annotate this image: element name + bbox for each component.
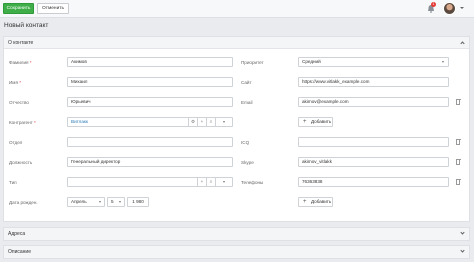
- surname-label: Фамилия *: [9, 60, 32, 65]
- birth-year-input[interactable]: 1 980: [127, 197, 149, 207]
- patronymic-label: Отчество: [9, 100, 29, 105]
- account-label: Контрагент *: [9, 120, 36, 125]
- cancel-button[interactable]: Отменить: [37, 3, 69, 14]
- description-section-header[interactable]: Описание: [4, 246, 469, 258]
- plus-icon: +: [303, 199, 307, 205]
- address-section-header[interactable]: Адреса: [4, 228, 469, 240]
- email-input[interactable]: akimov@example.com: [298, 97, 449, 107]
- account-value[interactable]: Витлакк: [71, 119, 88, 124]
- about-section: О контакте Фамилия * Акимов Имя * Михаил…: [3, 36, 470, 222]
- surname-input[interactable]: Акимов: [67, 57, 233, 67]
- notification-badge: 1: [431, 2, 436, 7]
- phones-label: Телефоны: [241, 180, 264, 185]
- chevron-down-icon: [223, 181, 225, 183]
- address-section: Адреса: [3, 227, 470, 241]
- plus-icon: +: [303, 119, 307, 125]
- type-label: Тип: [9, 180, 17, 185]
- site-label: Сайт: [241, 80, 252, 85]
- description-section-title: Описание: [8, 249, 32, 255]
- add-icon[interactable]: +: [197, 178, 206, 186]
- trash-icon[interactable]: [455, 139, 461, 145]
- birth-month-select[interactable]: Апрель: [67, 197, 105, 207]
- birth-day-value: 5: [111, 199, 114, 204]
- priority-select[interactable]: Средний: [298, 57, 449, 67]
- phone-input[interactable]: 76363838: [298, 177, 449, 187]
- type-lookup[interactable]: + ⌕: [67, 177, 233, 187]
- description-section: Описание: [3, 245, 470, 259]
- birth-month-value: Апрель: [71, 199, 87, 204]
- dropdown-toggle[interactable]: [215, 118, 232, 126]
- position-input[interactable]: Генеральный директор: [67, 157, 233, 167]
- email-label: Email: [241, 100, 253, 105]
- name-input[interactable]: Михаил: [67, 77, 233, 87]
- chevron-down-icon: [223, 121, 225, 123]
- site-input[interactable]: https://www.vitlakk_example.com: [298, 77, 449, 87]
- chevron-down-icon[interactable]: [460, 230, 465, 235]
- add-phone-label: Добавить: [311, 199, 332, 204]
- trash-icon[interactable]: [455, 99, 461, 105]
- about-section-header[interactable]: О контакте: [4, 37, 469, 49]
- top-toolbar: Сохранить Отменить 1: [0, 0, 474, 18]
- add-icon[interactable]: +: [197, 118, 206, 126]
- skype-input[interactable]: akimov_vitlakk: [298, 157, 449, 167]
- about-section-title: О контакте: [8, 40, 34, 46]
- name-label: Имя *: [9, 80, 22, 85]
- gear-icon[interactable]: ⚙: [188, 118, 197, 126]
- skype-label: Skype: [241, 160, 254, 165]
- dropdown-toggle[interactable]: [215, 178, 232, 186]
- priority-label: Приоритет: [241, 60, 264, 65]
- icq-input[interactable]: [298, 137, 449, 147]
- account-lookup[interactable]: Витлакк ⚙ + ⌕: [67, 117, 233, 127]
- search-icon[interactable]: ⌕: [206, 178, 215, 186]
- save-button[interactable]: Сохранить: [3, 3, 34, 14]
- chevron-down-icon[interactable]: [460, 7, 464, 9]
- birth-day-select[interactable]: 5: [107, 197, 125, 207]
- trash-icon[interactable]: [455, 159, 461, 165]
- patronymic-input[interactable]: Юрьевич: [67, 97, 233, 107]
- department-input[interactable]: [67, 137, 233, 147]
- chevron-down-icon: [119, 201, 121, 203]
- chevron-down-icon: [99, 201, 101, 203]
- icq-label: ICQ: [241, 140, 250, 145]
- chevron-up-icon[interactable]: [460, 41, 465, 46]
- trash-icon[interactable]: [455, 179, 461, 185]
- birthdate-label: Дата рожден.: [9, 200, 38, 205]
- address-section-title: Адреса: [8, 231, 26, 237]
- position-label: Должность: [9, 160, 33, 165]
- add-email-button[interactable]: + Добавить: [298, 117, 333, 127]
- priority-value: Средний: [302, 59, 321, 64]
- add-email-label: Добавить: [311, 119, 332, 124]
- search-icon[interactable]: ⌕: [206, 118, 215, 126]
- chevron-down-icon: [442, 61, 444, 63]
- department-label: Отдел: [9, 140, 23, 145]
- add-phone-button[interactable]: + Добавить: [298, 197, 333, 207]
- page-title: Новый контакт: [4, 22, 49, 29]
- chevron-down-icon[interactable]: [460, 248, 465, 253]
- user-avatar[interactable]: [443, 2, 456, 15]
